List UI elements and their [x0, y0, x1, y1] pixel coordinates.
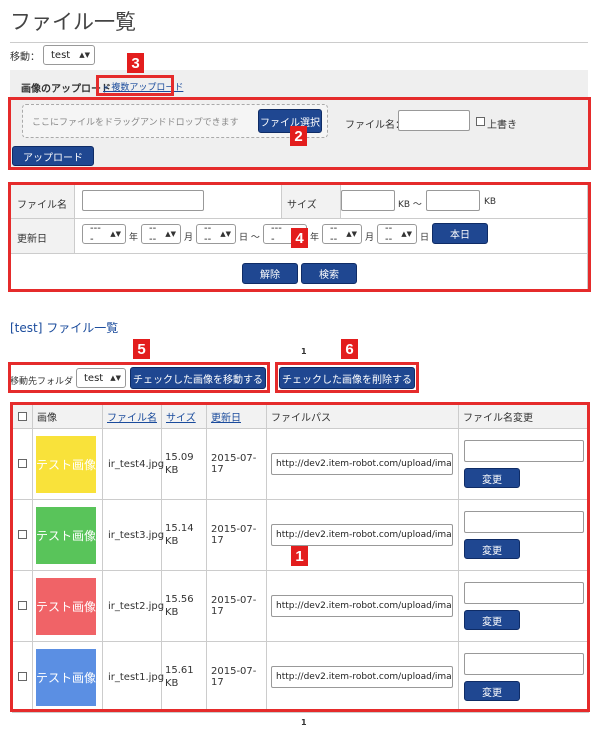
- annotation-box-3: [96, 75, 174, 96]
- move-folder-select[interactable]: test ▲▼: [43, 45, 95, 65]
- annotation-box-6: [275, 362, 419, 393]
- annotation-marker-4: 4: [291, 228, 308, 248]
- annotation-marker-1: 1: [291, 546, 308, 566]
- listing-heading: [test] ファイル一覧: [10, 321, 119, 335]
- page-number-bottom[interactable]: 1: [301, 718, 307, 727]
- annotation-marker-2: 2: [290, 126, 307, 146]
- annotation-marker-5: 5: [133, 339, 150, 359]
- annotation-box-5: [8, 362, 270, 393]
- page-title: ファイル一覧: [10, 6, 588, 43]
- annotation-marker-3: 3: [127, 53, 144, 73]
- select-arrows-icon: ▲▼: [79, 51, 90, 59]
- move-label: 移動：: [10, 51, 40, 63]
- annotation-marker-6: 6: [341, 339, 358, 359]
- page-number-top[interactable]: 1: [301, 347, 307, 356]
